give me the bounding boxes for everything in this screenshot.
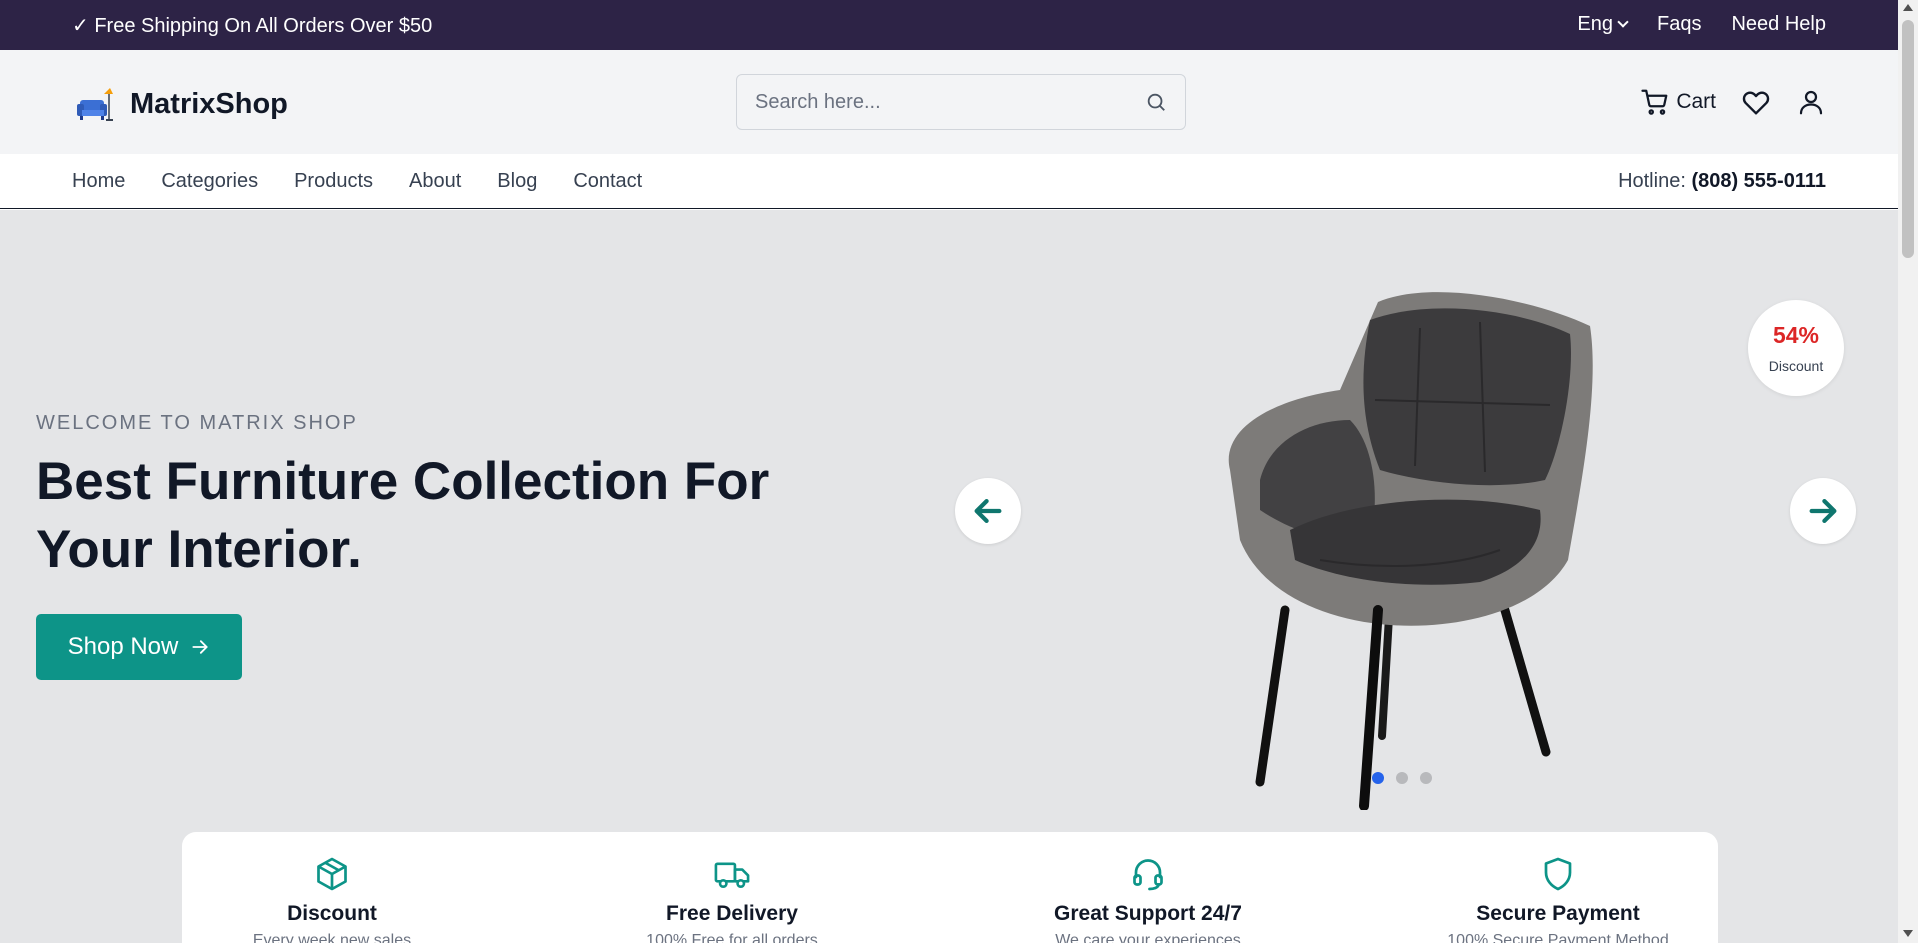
sofa-lamp-logo-icon xyxy=(77,88,113,121)
discount-badge: 54% Discount xyxy=(1748,300,1844,396)
slider-dot-1[interactable] xyxy=(1372,772,1384,784)
topbar-links: Eng Faqs Need Help xyxy=(1577,13,1826,36)
hotline: Hotline: (808) 555-0111 xyxy=(1618,170,1826,193)
slider-next-button[interactable] xyxy=(1790,478,1856,544)
nav-item-home[interactable]: Home xyxy=(72,170,125,193)
hero-headline-line-2: Your Interior. xyxy=(36,520,362,579)
language-selector[interactable]: Eng xyxy=(1577,13,1629,36)
faqs-link[interactable]: Faqs xyxy=(1657,13,1701,36)
feature-title: Great Support 24/7 xyxy=(1054,902,1242,925)
features-panel: Discount Every week new sales Free Deliv… xyxy=(182,832,1718,943)
hero-headline-line-1: Best Furniture Collection For xyxy=(36,452,770,511)
hero-slider: WELCOME TO MATRIX SHOP Best Furniture Co… xyxy=(0,210,1898,943)
slider-dot-2[interactable] xyxy=(1396,772,1408,784)
page-scrollbar[interactable] xyxy=(1898,0,1918,943)
site-header: MatrixShop Cart xyxy=(0,50,1898,154)
hero-welcome-text: WELCOME TO MATRIX SHOP xyxy=(36,412,358,434)
feature-subtitle: Every week new sales xyxy=(252,932,412,943)
shop-now-button[interactable]: Shop Now xyxy=(36,614,242,680)
cart-icon xyxy=(1641,89,1668,115)
feature-support: Great Support 24/7 We care your experien… xyxy=(998,856,1298,943)
nav-item-blog[interactable]: Blog xyxy=(497,170,537,193)
search-box xyxy=(736,74,1186,130)
discount-percent: 54% xyxy=(1772,322,1820,348)
slider-prev-button[interactable] xyxy=(955,478,1021,544)
arrow-right-icon xyxy=(192,640,208,654)
nav-item-products[interactable]: Products xyxy=(294,170,373,193)
header-actions: Cart xyxy=(1640,86,1826,118)
arrow-left-icon xyxy=(974,498,1002,524)
feature-title: Free Delivery xyxy=(666,902,798,925)
nav-item-contact[interactable]: Contact xyxy=(573,170,642,193)
feature-discount: Discount Every week new sales xyxy=(182,856,482,943)
scrollbar-thumb[interactable] xyxy=(1902,20,1914,258)
hotline-label: Hotline: xyxy=(1618,170,1686,192)
hero-headline: Best Furniture Collection For Your Inter… xyxy=(36,448,836,584)
shop-now-label: Shop Now xyxy=(67,633,179,660)
user-icon[interactable] xyxy=(1796,87,1826,117)
feature-title: Discount xyxy=(287,902,377,925)
nav-item-categories[interactable]: Categories xyxy=(161,170,258,193)
logo[interactable]: MatrixShop xyxy=(76,86,288,122)
main-nav: Home Categories Products About Blog Cont… xyxy=(0,154,1898,209)
feature-subtitle: 100% Free for all orders xyxy=(646,932,818,943)
feature-title: Secure Payment xyxy=(1476,902,1640,925)
feature-subtitle: We care your experiences xyxy=(1055,932,1241,943)
armchair-product-image xyxy=(1228,292,1593,810)
top-announcement-bar: ✓ Free Shipping On All Orders Over $50 E… xyxy=(0,0,1898,50)
feature-free-delivery: Free Delivery 100% Free for all orders xyxy=(582,856,882,943)
search-input[interactable] xyxy=(755,75,1135,129)
language-label: Eng xyxy=(1577,13,1614,35)
hotline-number[interactable]: (808) 555-0111 xyxy=(1691,170,1826,192)
feature-subtitle: 100% Secure Payment Method xyxy=(1447,932,1669,943)
truck-icon xyxy=(714,862,750,889)
discount-label: Discount xyxy=(1768,358,1824,374)
feature-secure-payment: Secure Payment 100% Secure Payment Metho… xyxy=(1408,856,1708,943)
chevron-down-icon xyxy=(1617,16,1629,28)
cart-label: Cart xyxy=(1676,90,1716,113)
site-title: MatrixShop xyxy=(130,87,288,120)
heart-icon[interactable] xyxy=(1740,86,1772,118)
shield-icon xyxy=(1544,857,1572,891)
cart-button[interactable]: Cart xyxy=(1640,87,1716,117)
slider-dot-3[interactable] xyxy=(1420,772,1432,784)
nav-item-about[interactable]: About xyxy=(409,170,461,193)
arrow-right-icon xyxy=(1809,498,1837,524)
scroll-up-arrow-icon[interactable] xyxy=(1903,4,1913,11)
search-icon[interactable] xyxy=(1145,91,1167,113)
slider-dots xyxy=(1372,772,1432,784)
nav-menu: Home Categories Products About Blog Cont… xyxy=(72,170,642,193)
box-icon xyxy=(317,857,347,891)
scroll-down-arrow-icon[interactable] xyxy=(1903,930,1913,937)
free-shipping-text: ✓ Free Shipping On All Orders Over $50 xyxy=(72,15,433,37)
headset-icon xyxy=(1133,859,1163,891)
need-help-link[interactable]: Need Help xyxy=(1731,13,1826,36)
